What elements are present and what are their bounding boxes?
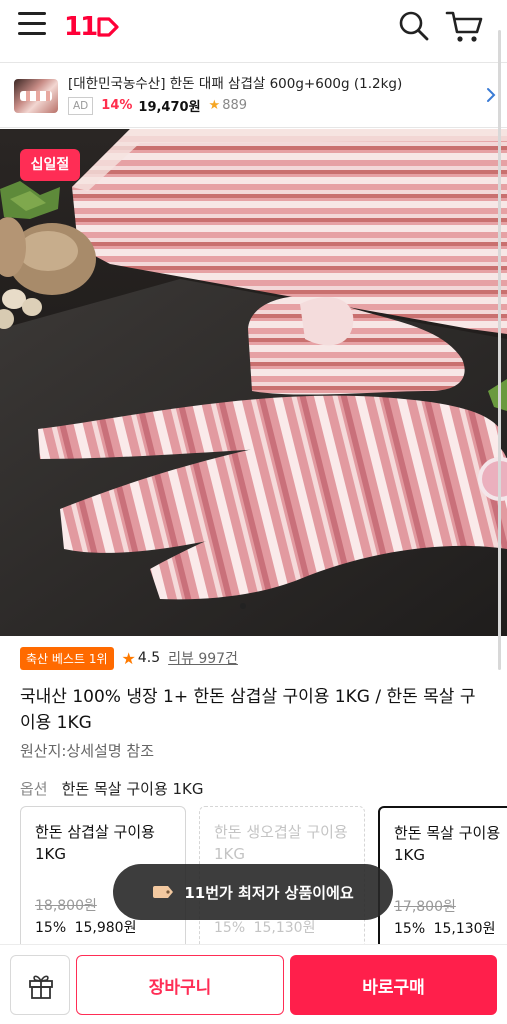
review-link[interactable]: 리뷰 997건 [168,648,238,668]
price-tag-icon [153,886,174,898]
option-selected-value: 한돈 목살 구이용 1KG [61,780,204,798]
gift-button[interactable] [10,955,70,1015]
best-badge[interactable]: 축산 베스트 1위 [20,646,114,670]
option-card-name: 한돈 생오겹살 구이용 1KG [214,823,348,863]
scrollbar[interactable] [498,30,501,670]
option-summary: 옵션 한돈 목살 구이용 1KG [20,778,204,799]
cart-icon[interactable] [444,8,484,44]
star-icon: ★ [121,648,136,668]
chevron-right-icon[interactable] [485,85,497,105]
option-card-price: 15,130원 [433,921,496,937]
option-card-original-price: 17,800원 [394,899,456,915]
ad-title: [대한민국농수산] 한돈 대패 삼겹살 600g+600g (1.2kg) [68,76,403,92]
carousel-indicator [240,603,246,609]
gift-icon [29,975,53,999]
option-card-discount: 15% [214,920,246,936]
product-image[interactable]: 십일절 [0,129,507,636]
lowest-price-toast: 11번가 최저가 상품이에요 [113,864,393,920]
option-card-price-row: 15% 15,130원 [394,918,495,938]
product-tags: 축산 베스트 1위 ★ 4.5 리뷰 997건 [20,646,238,670]
option-card-discount: 15% [35,920,67,936]
ad-rating-count: 889 [222,98,248,113]
option-card-price: 15,130원 [253,920,316,936]
ad-meta: AD 14% 19,470원 ★ 889 [68,96,247,115]
search-icon[interactable] [396,8,432,44]
buy-now-button[interactable]: 바로구매 [290,955,497,1015]
product-rating: 4.5 [137,650,161,666]
option-card-price-row: 15% 15,980원 [35,917,136,937]
product-origin: 원산지:상세설명 참조 [20,742,155,760]
product-title: 국내산 100% 냉장 1+ 한돈 삼겹살 구이용 1KG / 한돈 목살 구이… [20,687,476,733]
logo-text: 11 [64,12,98,42]
ad-banner[interactable]: [대한민국농수산] 한돈 대패 삼겹살 600g+600g (1.2kg) AD… [0,62,507,128]
ad-price: 19,470원 [138,100,201,115]
option-card-name: 한돈 목살 구이용 1KG [394,824,501,864]
option-card-original-price: 18,800원 [35,898,97,914]
toast-text: 11번가 최저가 상품이에요 [184,883,354,902]
option-card-name: 한돈 삼겹살 구이용 1KG [35,823,155,863]
option-card-price: 15,980원 [74,920,137,936]
star-icon: ★ [208,98,221,113]
pork-belly-image [0,129,507,636]
logo-mark-icon [97,17,119,37]
option-card-price-row: 15% 15,130원 [214,917,315,937]
event-badge: 십일절 [20,149,80,181]
bottom-action-bar: 장바구니 바로구매 [0,944,507,1024]
option-label: 옵션 [20,780,48,798]
ad-discount: 14% [101,98,133,113]
option-card-selected[interactable]: 한돈 목살 구이용 1KG 17,800원 15% 15,130원 [378,806,507,944]
menu-icon[interactable] [18,12,46,40]
ad-thumbnail [14,79,58,113]
ad-badge: AD [68,96,94,115]
top-header: 11 [0,0,507,54]
add-to-cart-button[interactable]: 장바구니 [76,955,284,1015]
option-card-discount: 15% [394,921,426,937]
logo[interactable]: 11 [64,12,120,42]
